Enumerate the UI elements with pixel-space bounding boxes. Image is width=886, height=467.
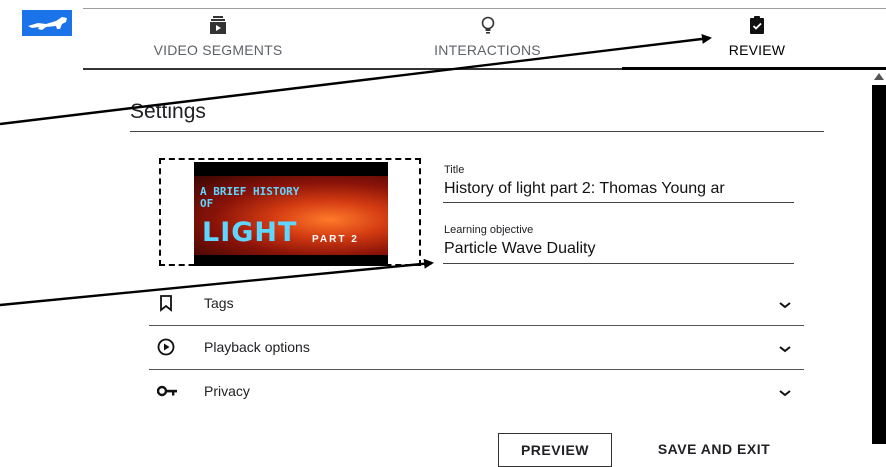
tab-label: INTERACTIONS	[434, 42, 541, 58]
tab-label: REVIEW	[728, 42, 786, 58]
tab-interactions[interactable]: INTERACTIONS	[425, 14, 550, 58]
active-tab-indicator	[622, 67, 886, 70]
key-icon	[156, 382, 177, 400]
page-title: Settings	[130, 100, 206, 123]
app-logo[interactable]	[22, 10, 72, 36]
dog-logo-icon	[28, 17, 67, 30]
tab-label: VIDEO SEGMENTS	[153, 42, 283, 58]
tab-review[interactable]: REVIEW	[718, 14, 796, 58]
learning-objective-underline	[443, 263, 794, 264]
video-thumbnail[interactable]: A BRIEF HISTORY OF LIGHT PART 2	[194, 162, 388, 266]
bookmark-icon	[157, 294, 175, 312]
chevron-down-icon[interactable]	[778, 297, 792, 309]
learning-objective-field[interactable]: Particle Wave Duality	[444, 240, 794, 258]
play-circle-icon	[157, 338, 175, 356]
thumbnail-line-2: OF	[200, 197, 214, 210]
thumbnail-line-4: PART 2	[312, 234, 359, 245]
thumbnail-line-1: A BRIEF HISTORY	[200, 185, 300, 198]
review-clipboard-icon	[718, 14, 796, 36]
privacy-section[interactable]: Privacy	[149, 370, 804, 414]
scroll-up-arrow-icon[interactable]	[874, 73, 884, 80]
scrollbar[interactable]	[872, 85, 886, 444]
tab-video-segments[interactable]: VIDEO SEGMENTS	[145, 14, 291, 58]
top-divider	[83, 8, 886, 9]
privacy-label: Privacy	[204, 383, 250, 399]
tags-label: Tags	[204, 295, 234, 311]
tags-section[interactable]: Tags	[149, 282, 804, 326]
thumbnail-line-3: LIGHT	[202, 217, 298, 248]
title-field[interactable]: History of light part 2: Thomas Young ar	[444, 180, 794, 198]
playback-options-section[interactable]: Playback options	[149, 326, 804, 370]
thumbnail-text: A BRIEF HISTORY OF	[200, 186, 299, 210]
learning-objective-label: Learning objective	[444, 224, 534, 236]
playback-options-label: Playback options	[204, 339, 310, 355]
lightbulb-icon	[425, 14, 550, 36]
title-field-label: Title	[444, 164, 465, 176]
chevron-down-icon[interactable]	[778, 341, 792, 353]
settings-divider	[130, 131, 824, 132]
video-segments-icon	[145, 14, 291, 36]
annotation-arrow-review	[0, 33, 712, 126]
title-field-underline	[443, 202, 794, 203]
chevron-down-icon[interactable]	[778, 385, 792, 397]
